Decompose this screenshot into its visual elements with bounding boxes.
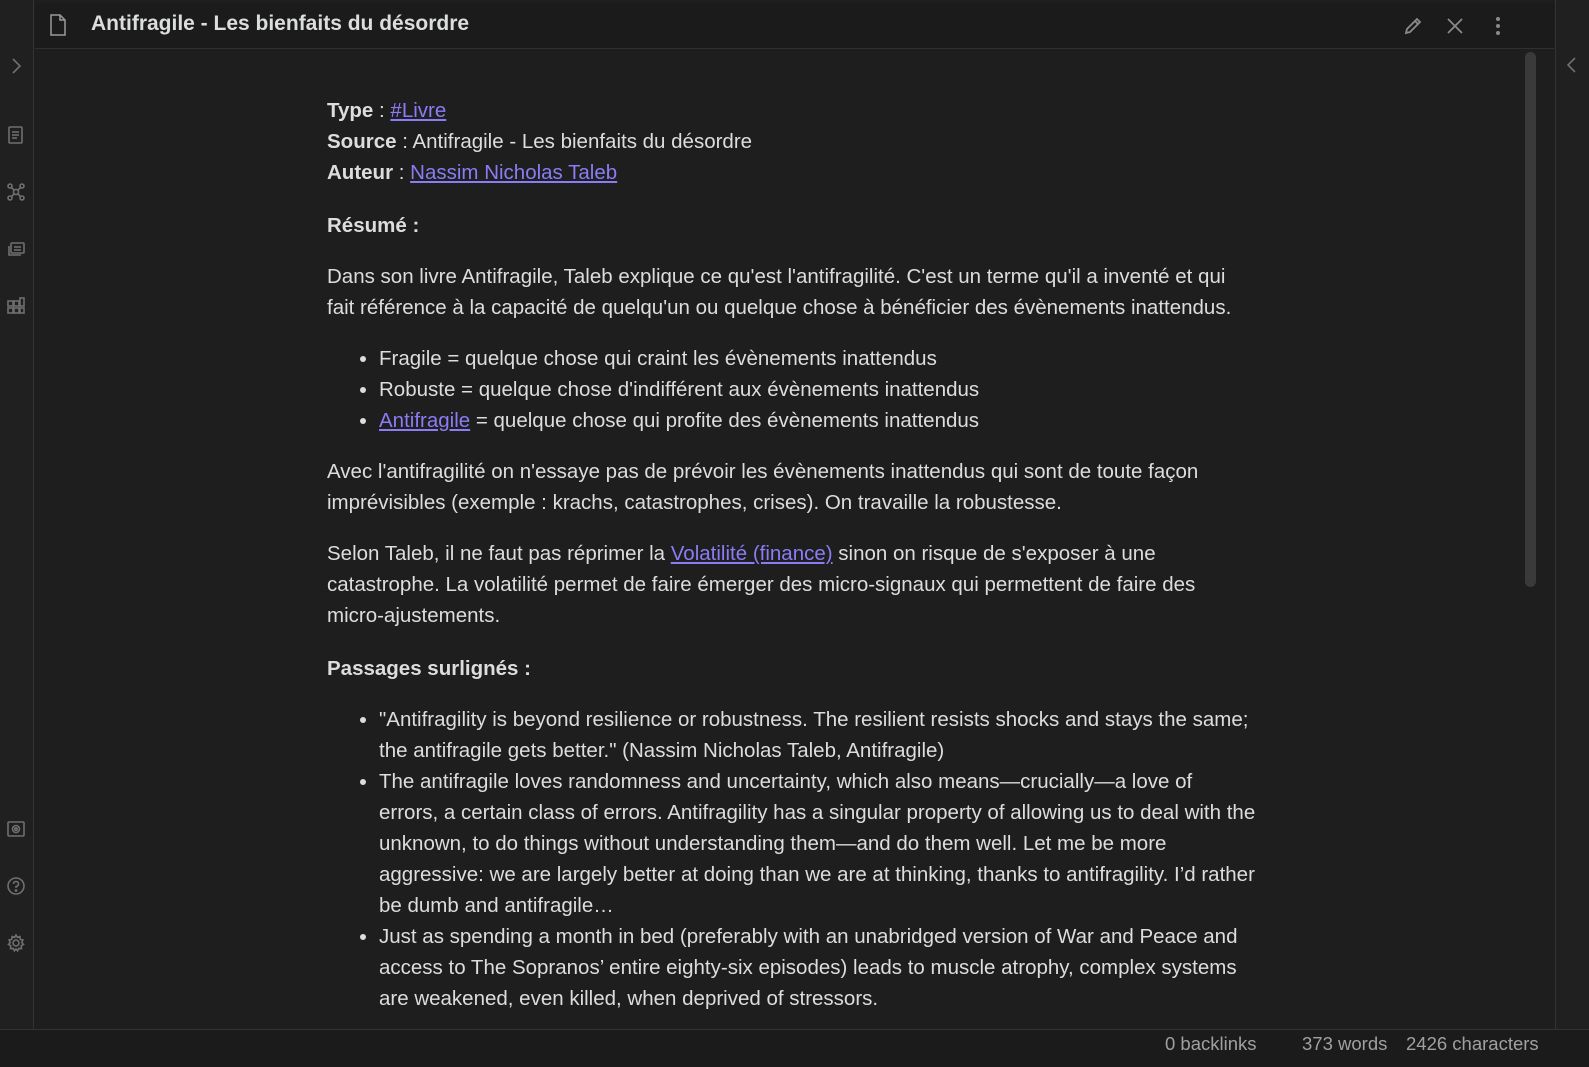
note-header: Antifragile - Les bienfaits du désordre (35, 3, 1554, 49)
left-ribbon (0, 0, 34, 1066)
help-icon[interactable] (4, 874, 28, 898)
resume-heading: Résumé : (327, 214, 420, 237)
list-item: Robuste = quelque chose d'indifférent au… (379, 374, 1257, 405)
source-sep: : (396, 130, 413, 153)
author-sep: : (393, 161, 411, 184)
kanban-icon[interactable] (4, 294, 28, 318)
slides-icon[interactable] (4, 237, 28, 261)
backlinks-count[interactable]: 0 backlinks (1165, 1033, 1257, 1055)
type-label: Type (327, 99, 374, 122)
scrollbar-thumb[interactable] (1525, 52, 1536, 587)
highlights-heading: Passages surlignés : (327, 657, 531, 680)
highlight-item: The antifragile loves randomness and unc… (379, 766, 1257, 921)
type-sep: : (373, 99, 391, 122)
close-icon[interactable] (1442, 13, 1468, 39)
file-icon (49, 14, 67, 36)
antifragile-link[interactable]: Antifragile (379, 409, 470, 432)
meta-type: Type : #Livre (327, 95, 1257, 126)
source-label: Source (327, 130, 397, 153)
volatility-text-before: Selon Taleb, il ne faut pas réprimer la (327, 542, 671, 565)
highlights-list: "Antifragility is beyond resilience or r… (327, 704, 1257, 1014)
volatility-link[interactable]: Volatilité (finance) (671, 542, 833, 565)
graph-view-icon[interactable] (4, 180, 28, 204)
highlight-item: Just as spending a month in bed (prefera… (379, 921, 1257, 1014)
character-count: 2426 characters (1406, 1033, 1539, 1054)
right-sidebar-strip (1555, 0, 1589, 1066)
source-value: Antifragile - Les bienfaits du désordre (412, 130, 753, 153)
highlight-item: "Antifragility is beyond resilience or r… (379, 704, 1257, 766)
collapse-chevron-icon[interactable] (1562, 55, 1582, 75)
word-count: 373 words (1302, 1033, 1388, 1054)
status-bar: 0 backlinks 373 words 2426 characters (0, 1029, 1589, 1067)
type-tag-link[interactable]: #Livre (390, 99, 446, 122)
edit-pencil-icon[interactable] (1400, 13, 1426, 39)
intro-paragraph: Dans son livre Antifragile, Taleb expliq… (327, 265, 1232, 319)
author-link[interactable]: Nassim Nicholas Taleb (410, 161, 617, 184)
author-label: Auteur (327, 161, 394, 184)
vault-icon[interactable] (4, 817, 28, 841)
meta-author: Auteur : Nassim Nicholas Taleb (327, 157, 1257, 188)
list-item: Fragile = quelque chose qui craint les é… (379, 343, 1257, 374)
paragraph-volatility: Selon Taleb, il ne faut pas réprimer la … (327, 538, 1257, 631)
settings-icon[interactable] (4, 931, 28, 955)
definitions-list: Fragile = quelque chose qui craint les é… (327, 343, 1257, 436)
expand-chevron-icon[interactable] (4, 54, 28, 78)
note-title[interactable]: Antifragile - Les bienfaits du désordre (91, 12, 469, 36)
list-item: Antifragile = quelque chose qui profite … (379, 405, 1257, 436)
antifragile-definition: = quelque chose qui profite des évènemen… (470, 409, 980, 432)
paragraph-robustness: Avec l'antifragilité on n'essaye pas de … (327, 460, 1199, 514)
files-icon[interactable] (4, 123, 28, 147)
meta-source: Source : Antifragile - Les bienfaits du … (327, 126, 1257, 157)
more-options-icon[interactable] (1485, 13, 1511, 39)
note-content: Type : #Livre Source : Antifragile - Les… (327, 95, 1257, 1028)
